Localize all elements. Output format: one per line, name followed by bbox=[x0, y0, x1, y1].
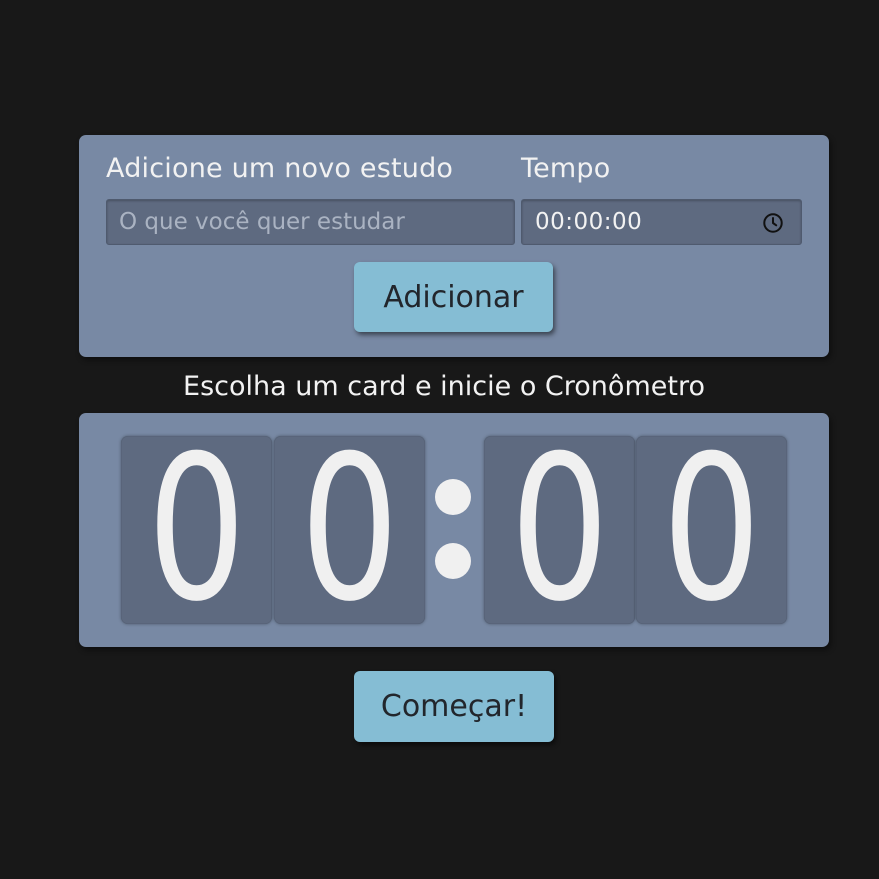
new-study-form: Adicione um novo estudo Tempo Adicionar bbox=[79, 135, 829, 357]
time-label: Tempo bbox=[521, 153, 611, 184]
page: Adicione um novo estudo Tempo Adicionar … bbox=[0, 0, 879, 879]
seconds-tens-digit: 0 bbox=[484, 436, 635, 624]
seconds-ones-digit: 0 bbox=[636, 436, 787, 624]
task-input[interactable] bbox=[107, 200, 514, 244]
time-separator bbox=[435, 436, 471, 624]
clock-icon[interactable] bbox=[762, 212, 784, 234]
stopwatch-display: 0 0 0 0 bbox=[79, 413, 829, 647]
start-button[interactable]: Começar! bbox=[354, 671, 554, 742]
timer-prompt: Escolha um card e inicie o Cronômetro bbox=[183, 371, 705, 402]
separator-dot-bottom bbox=[435, 543, 471, 579]
task-label: Adicione um novo estudo bbox=[106, 153, 454, 184]
time-input[interactable] bbox=[522, 200, 801, 244]
minutes-ones-digit: 0 bbox=[274, 436, 425, 624]
task-field-wrapper bbox=[106, 199, 515, 245]
add-button[interactable]: Adicionar bbox=[354, 262, 553, 332]
time-field-wrapper bbox=[521, 199, 802, 245]
minutes-tens-digit: 0 bbox=[121, 436, 272, 624]
separator-dot-top bbox=[435, 479, 471, 515]
